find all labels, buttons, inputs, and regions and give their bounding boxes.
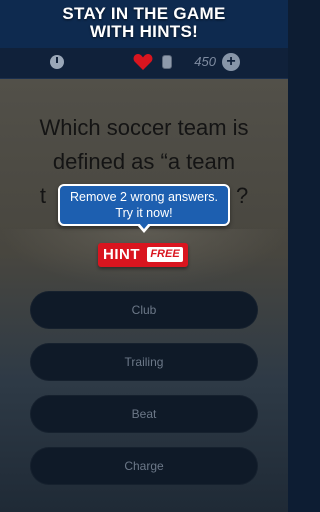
add-coins-button[interactable]: + <box>222 53 240 71</box>
hint-label: HINT <box>103 246 140 263</box>
answer-button-3[interactable]: Beat <box>30 395 258 433</box>
answer-button-1[interactable]: Club <box>30 291 258 329</box>
status-bar: 450 + <box>0 48 288 79</box>
promo-line-2: WITH HINTS! <box>89 22 199 41</box>
coin-icon <box>162 55 172 69</box>
question-area: Which soccer team is defined as “a team t?… <box>0 79 288 512</box>
timer-icon <box>50 55 64 69</box>
answer-button-4[interactable]: Charge <box>30 447 258 485</box>
hint-tooltip-line-2: Try it now! <box>115 206 173 220</box>
coin-count: 450 <box>194 54 216 69</box>
hint-tooltip-arrow <box>137 223 151 233</box>
promo-banner: STAY IN THE GAME WITH HINTS! <box>0 0 288 48</box>
hint-tooltip-line-1: Remove 2 wrong answers. <box>70 190 218 204</box>
answer-button-2[interactable]: Trailing <box>30 343 258 381</box>
free-badge: FREE <box>147 247 183 262</box>
hint-tooltip: Remove 2 wrong answers. Try it now! <box>58 184 230 226</box>
hint-button[interactable]: HINT FREE <box>98 243 188 267</box>
promo-line-1: STAY IN THE GAME <box>62 4 226 23</box>
heart-icon <box>133 54 153 70</box>
